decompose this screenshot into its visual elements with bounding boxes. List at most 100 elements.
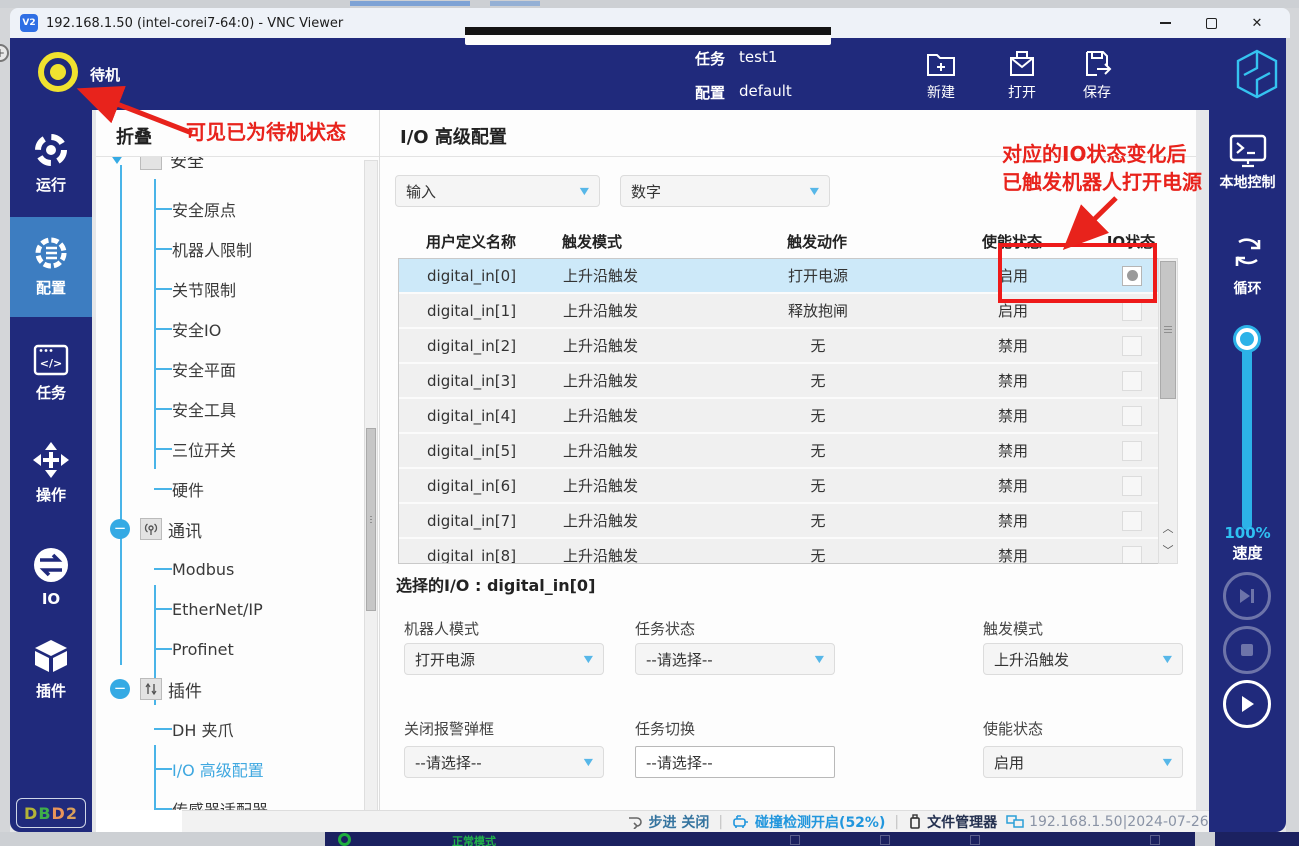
table-scrollbar[interactable]: ︿ ﹀ <box>1158 258 1178 564</box>
tree-item-dh-gripper[interactable]: DH 夹爪 <box>96 709 356 749</box>
table-row[interactable]: digital_in[6]上升沿触发无禁用 <box>399 469 1159 504</box>
task-row: 任务 test1 <box>695 48 777 69</box>
loop-button[interactable]: 循环 <box>1209 232 1286 298</box>
tree-item-joint-limit[interactable]: 关节限制 <box>96 269 356 309</box>
tree-item-safe-io[interactable]: 安全IO <box>96 309 356 349</box>
task-state-select[interactable]: --请选择--▼ <box>635 643 835 675</box>
signal-type-select[interactable]: 数字▼ <box>620 175 830 207</box>
tree-item-safe-home[interactable]: 安全原点 <box>96 189 356 229</box>
close-alarm-label: 关闭报警弹框 <box>404 718 494 739</box>
tree-item-modbus[interactable]: Modbus <box>96 549 356 589</box>
task-label: 任务 <box>695 48 725 69</box>
io-state-indicator[interactable] <box>1122 406 1142 426</box>
collapse-button[interactable]: 折叠 <box>116 123 152 149</box>
save-button[interactable]: 保存 <box>1065 46 1129 102</box>
speed-slider-knob[interactable] <box>1236 328 1258 350</box>
table-scrollbar-thumb[interactable] <box>1160 261 1176 399</box>
task-switch-label: 任务切换 <box>635 718 695 739</box>
tree-node-safety[interactable]: 安全 <box>96 157 356 172</box>
close-button[interactable]: ✕ <box>1234 9 1280 37</box>
io-state-indicator[interactable] <box>1122 476 1142 496</box>
sliders-icon <box>140 678 162 700</box>
antenna-icon <box>140 518 162 540</box>
background-text-artifact <box>490 1 540 6</box>
maximize-button[interactable] <box>1188 9 1234 37</box>
config-tree-panel: 折叠 安全 安全原点 机器人限制 关节 <box>96 110 380 810</box>
table-row[interactable]: digital_in[1]上升沿触发释放抱闸启用 <box>399 294 1159 329</box>
stop-button[interactable] <box>1223 626 1271 674</box>
config-value: default <box>739 82 792 103</box>
sidebar-item-io[interactable]: IO <box>10 536 92 608</box>
sidebar-item-config[interactable]: 配置 <box>10 217 92 317</box>
trigger-mode-select[interactable]: 上升沿触发▼ <box>983 643 1183 675</box>
usb-drive-icon <box>908 814 922 829</box>
scroll-down-icon[interactable]: ﹀ <box>1159 541 1177 561</box>
collision-icon <box>732 814 750 829</box>
tree-node-communication[interactable]: − 通讯 <box>96 509 356 549</box>
table-row[interactable]: digital_in[3]上升沿触发无禁用 <box>399 364 1159 399</box>
collision-detection-toggle[interactable]: 碰撞检测开启(52%) <box>732 812 885 832</box>
table-row[interactable]: digital_in[8]上升沿触发无禁用 <box>399 539 1159 564</box>
step-forward-button[interactable] <box>1223 572 1271 620</box>
table-header: 用户定义名称 触发模式 触发动作 使能状态 IO状态 <box>398 225 1160 258</box>
robot-status-label: 待机 <box>90 64 120 85</box>
left-sidebar: 运行 配置 </> 任务 操作 <box>10 110 92 832</box>
sidebar-item-run[interactable]: 运行 <box>10 122 92 195</box>
sidebar-item-plugin[interactable]: 插件 <box>10 628 92 701</box>
close-alarm-select[interactable]: --请选择--▼ <box>404 746 604 778</box>
io-state-indicator[interactable] <box>1122 301 1142 321</box>
robot-status-indicator[interactable] <box>38 52 78 92</box>
table-row[interactable]: digital_in[2]上升沿触发无禁用 <box>399 329 1159 364</box>
io-state-indicator[interactable] <box>1122 371 1142 391</box>
task-switch-select[interactable]: --请选择-- <box>635 746 835 778</box>
tree-item-safe-plane[interactable]: 安全平面 <box>96 349 356 389</box>
open-button[interactable]: 打开 <box>990 46 1054 102</box>
enable-state-label: 使能状态 <box>983 718 1043 739</box>
sidebar-item-task[interactable]: </> 任务 <box>10 334 92 403</box>
tree-item-hardware[interactable]: 硬件 <box>96 469 356 509</box>
table-row[interactable]: digital_in[4]上升沿触发无禁用 <box>399 399 1159 434</box>
loop-icon <box>1227 232 1269 274</box>
io-state-indicator[interactable] <box>1122 546 1142 565</box>
speed-slider-track[interactable] <box>1242 338 1252 530</box>
io-state-indicator[interactable] <box>1122 336 1142 356</box>
tree-item-robot-limit[interactable]: 机器人限制 <box>96 229 356 269</box>
chevron-down-icon: ▼ <box>815 653 824 664</box>
tree-item-sensor-adapter[interactable]: 传感器适配器 <box>96 789 356 810</box>
tree-scrollbar[interactable]: ︿ ﹀ <box>364 160 378 810</box>
tree-node-plugin[interactable]: − 插件 <box>96 669 356 709</box>
move-arrows-icon <box>31 440 71 480</box>
local-control-button[interactable]: 本地控制 <box>1209 132 1286 192</box>
io-state-indicator[interactable] <box>1122 441 1142 461</box>
right-sidebar: 本地控制 循环 100% 速度 <box>1209 110 1286 832</box>
enable-state-select[interactable]: 启用▼ <box>983 746 1183 778</box>
io-state-indicator[interactable] <box>1122 511 1142 531</box>
top-toolbar: 待机 任务 test1 配置 default 新建 打开 保存 <box>10 38 1286 110</box>
tree-item-io-advanced-config[interactable]: I/O 高级配置 <box>96 749 356 789</box>
step-mode-toggle[interactable]: 步进 关闭 <box>627 812 709 832</box>
table-row[interactable]: digital_in[7]上升沿触发无禁用 <box>399 504 1159 539</box>
minimize-button[interactable] <box>1142 9 1188 37</box>
tree-item-profinet[interactable]: Profinet <box>96 629 356 669</box>
table-row[interactable]: digital_in[0]上升沿触发打开电源启用 <box>399 259 1159 294</box>
normal-mode-label: 正常模式 <box>452 833 496 846</box>
ghost-icon <box>790 835 800 845</box>
selected-io-label: 选择的I/O : digital_in[0] <box>396 572 595 596</box>
sidebar-item-jog[interactable]: 操作 <box>10 432 92 505</box>
play-button[interactable] <box>1223 680 1271 728</box>
scroll-up-icon[interactable]: ︿ <box>1159 519 1177 539</box>
save-icon <box>1080 46 1114 80</box>
normal-mode-icon <box>338 833 351 846</box>
task-value: test1 <box>739 48 777 69</box>
tree-item-ethernet-ip[interactable]: EtherNet/IP <box>96 589 356 629</box>
tree-scrollbar-thumb[interactable] <box>366 428 376 611</box>
table-row[interactable]: digital_in[5]上升沿触发无禁用 <box>399 434 1159 469</box>
io-state-indicator[interactable] <box>1122 266 1142 286</box>
panel-area: 折叠 安全 安全原点 机器人限制 关节 <box>96 110 1196 832</box>
tree-item-safe-tool[interactable]: 安全工具 <box>96 389 356 429</box>
robot-mode-select[interactable]: 打开电源▼ <box>404 643 604 675</box>
io-type-select[interactable]: 输入▼ <box>395 175 600 207</box>
file-manager-button[interactable]: 文件管理器 <box>908 812 997 832</box>
new-button[interactable]: 新建 <box>909 46 973 102</box>
tree-item-three-position-switch[interactable]: 三位开关 <box>96 429 356 469</box>
